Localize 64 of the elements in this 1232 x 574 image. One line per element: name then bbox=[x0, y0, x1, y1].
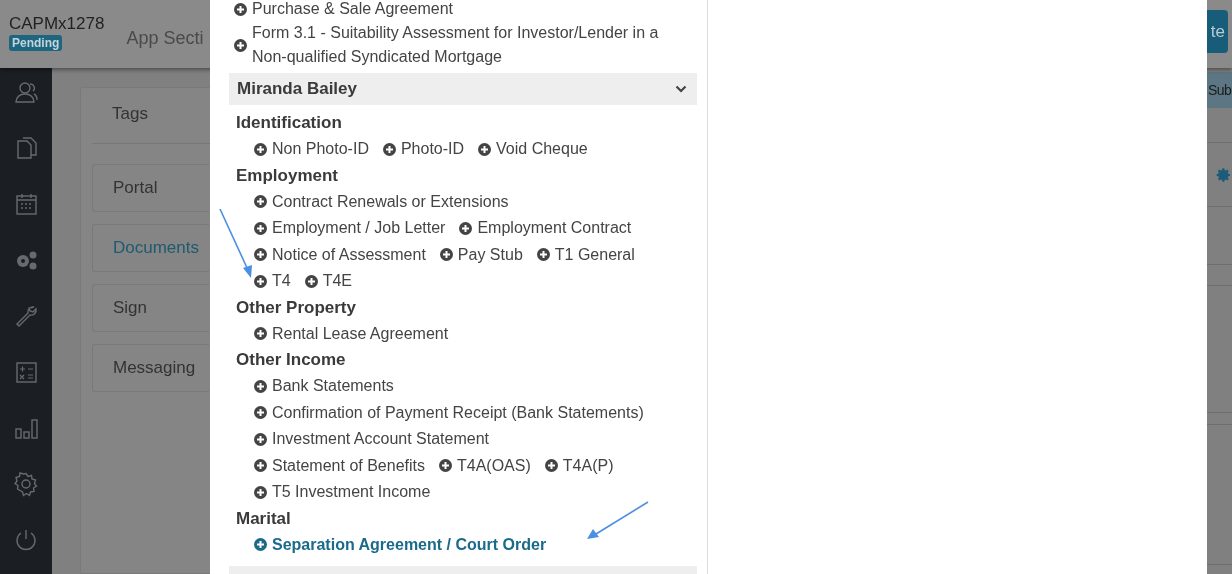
settings-icon[interactable] bbox=[1216, 165, 1232, 184]
add-icon bbox=[254, 195, 267, 209]
document-link[interactable]: Statement of Benefits bbox=[254, 452, 425, 479]
add-icon bbox=[254, 274, 267, 288]
add-icon bbox=[234, 38, 247, 52]
status-badge: Pending bbox=[9, 35, 63, 51]
add-icon bbox=[254, 406, 267, 420]
annotation-arrow bbox=[587, 501, 649, 539]
add-icon bbox=[254, 432, 267, 446]
power-icon[interactable] bbox=[13, 528, 39, 553]
add-icon bbox=[439, 248, 453, 262]
person-name: Miranda Bailey bbox=[237, 78, 357, 101]
document-link[interactable]: T4A(OAS) bbox=[439, 452, 531, 479]
group-heading: Employment bbox=[236, 164, 339, 187]
document-link[interactable]: Separation Agreement / Court Order bbox=[254, 531, 547, 558]
add-icon bbox=[254, 142, 267, 156]
settings-icon[interactable] bbox=[13, 472, 39, 497]
document-link[interactable]: T4E bbox=[304, 268, 352, 295]
document-link[interactable]: Notice of Assessment bbox=[254, 241, 426, 268]
calculator-icon[interactable] bbox=[13, 360, 39, 385]
document-link[interactable]: Confirmation of Payment Receipt (Bank Statements) bbox=[254, 399, 644, 426]
group-heading: Marital bbox=[236, 507, 291, 530]
chevron-icon[interactable] bbox=[675, 85, 687, 93]
document-link[interactable]: Employment / Job Letter bbox=[254, 215, 446, 242]
add-icon bbox=[304, 274, 318, 288]
document-link[interactable]: Purchase & Sale Agreement bbox=[229, 0, 697, 21]
annotation-arrow bbox=[219, 208, 252, 278]
document-link[interactable]: T5 Investment Income bbox=[254, 479, 431, 506]
add-icon bbox=[478, 142, 492, 156]
users-icon[interactable] bbox=[13, 80, 39, 105]
document-link[interactable]: T4 bbox=[254, 268, 291, 295]
document-link[interactable]: Pay Stub bbox=[439, 241, 523, 268]
add-icon bbox=[254, 459, 267, 473]
add-icon bbox=[254, 248, 267, 262]
document-link[interactable]: T1 General bbox=[536, 241, 635, 268]
calendar-icon[interactable] bbox=[13, 192, 39, 217]
group-heading: Other Property bbox=[236, 296, 356, 319]
bar-label: Sub bbox=[1208, 80, 1232, 100]
add-icon bbox=[536, 248, 550, 262]
document-link[interactable]: Bank Statements bbox=[254, 373, 394, 400]
add-icon bbox=[459, 221, 473, 235]
add-icon bbox=[382, 142, 396, 156]
add-icon bbox=[254, 538, 267, 552]
document-link[interactable]: Form 3.1 - Suitability Assessment for Investor/Lender in a Non-qualified Syndicated Mortgage bbox=[229, 21, 697, 69]
document-link[interactable]: T4A(P) bbox=[544, 452, 614, 479]
document-link[interactable]: Non Photo-ID bbox=[254, 136, 369, 163]
person-header[interactable]: Miranda Bailey bbox=[229, 73, 697, 105]
document-link[interactable]: Void Cheque bbox=[478, 136, 588, 163]
document-link[interactable]: Photo-ID bbox=[382, 136, 465, 163]
group-heading: Identification bbox=[236, 112, 342, 134]
add-icon bbox=[544, 459, 558, 473]
document-link[interactable]: Investment Account Statement bbox=[254, 426, 489, 453]
app-title: CAPMx1278 bbox=[9, 14, 105, 34]
add-icon bbox=[254, 221, 267, 235]
document-link[interactable]: Employment Contract bbox=[459, 215, 632, 242]
document-link[interactable]: Contract Renewals or Extensions bbox=[254, 188, 509, 215]
action-button[interactable]: te bbox=[1207, 10, 1228, 53]
add-icon bbox=[439, 459, 452, 473]
add-icon bbox=[254, 379, 267, 393]
add-icon bbox=[254, 327, 267, 341]
add-icon bbox=[254, 485, 267, 499]
group-heading: Other Income bbox=[236, 349, 346, 371]
document-link[interactable]: Rental Lease Agreement bbox=[254, 320, 449, 347]
bar-chart-icon[interactable] bbox=[13, 416, 39, 441]
